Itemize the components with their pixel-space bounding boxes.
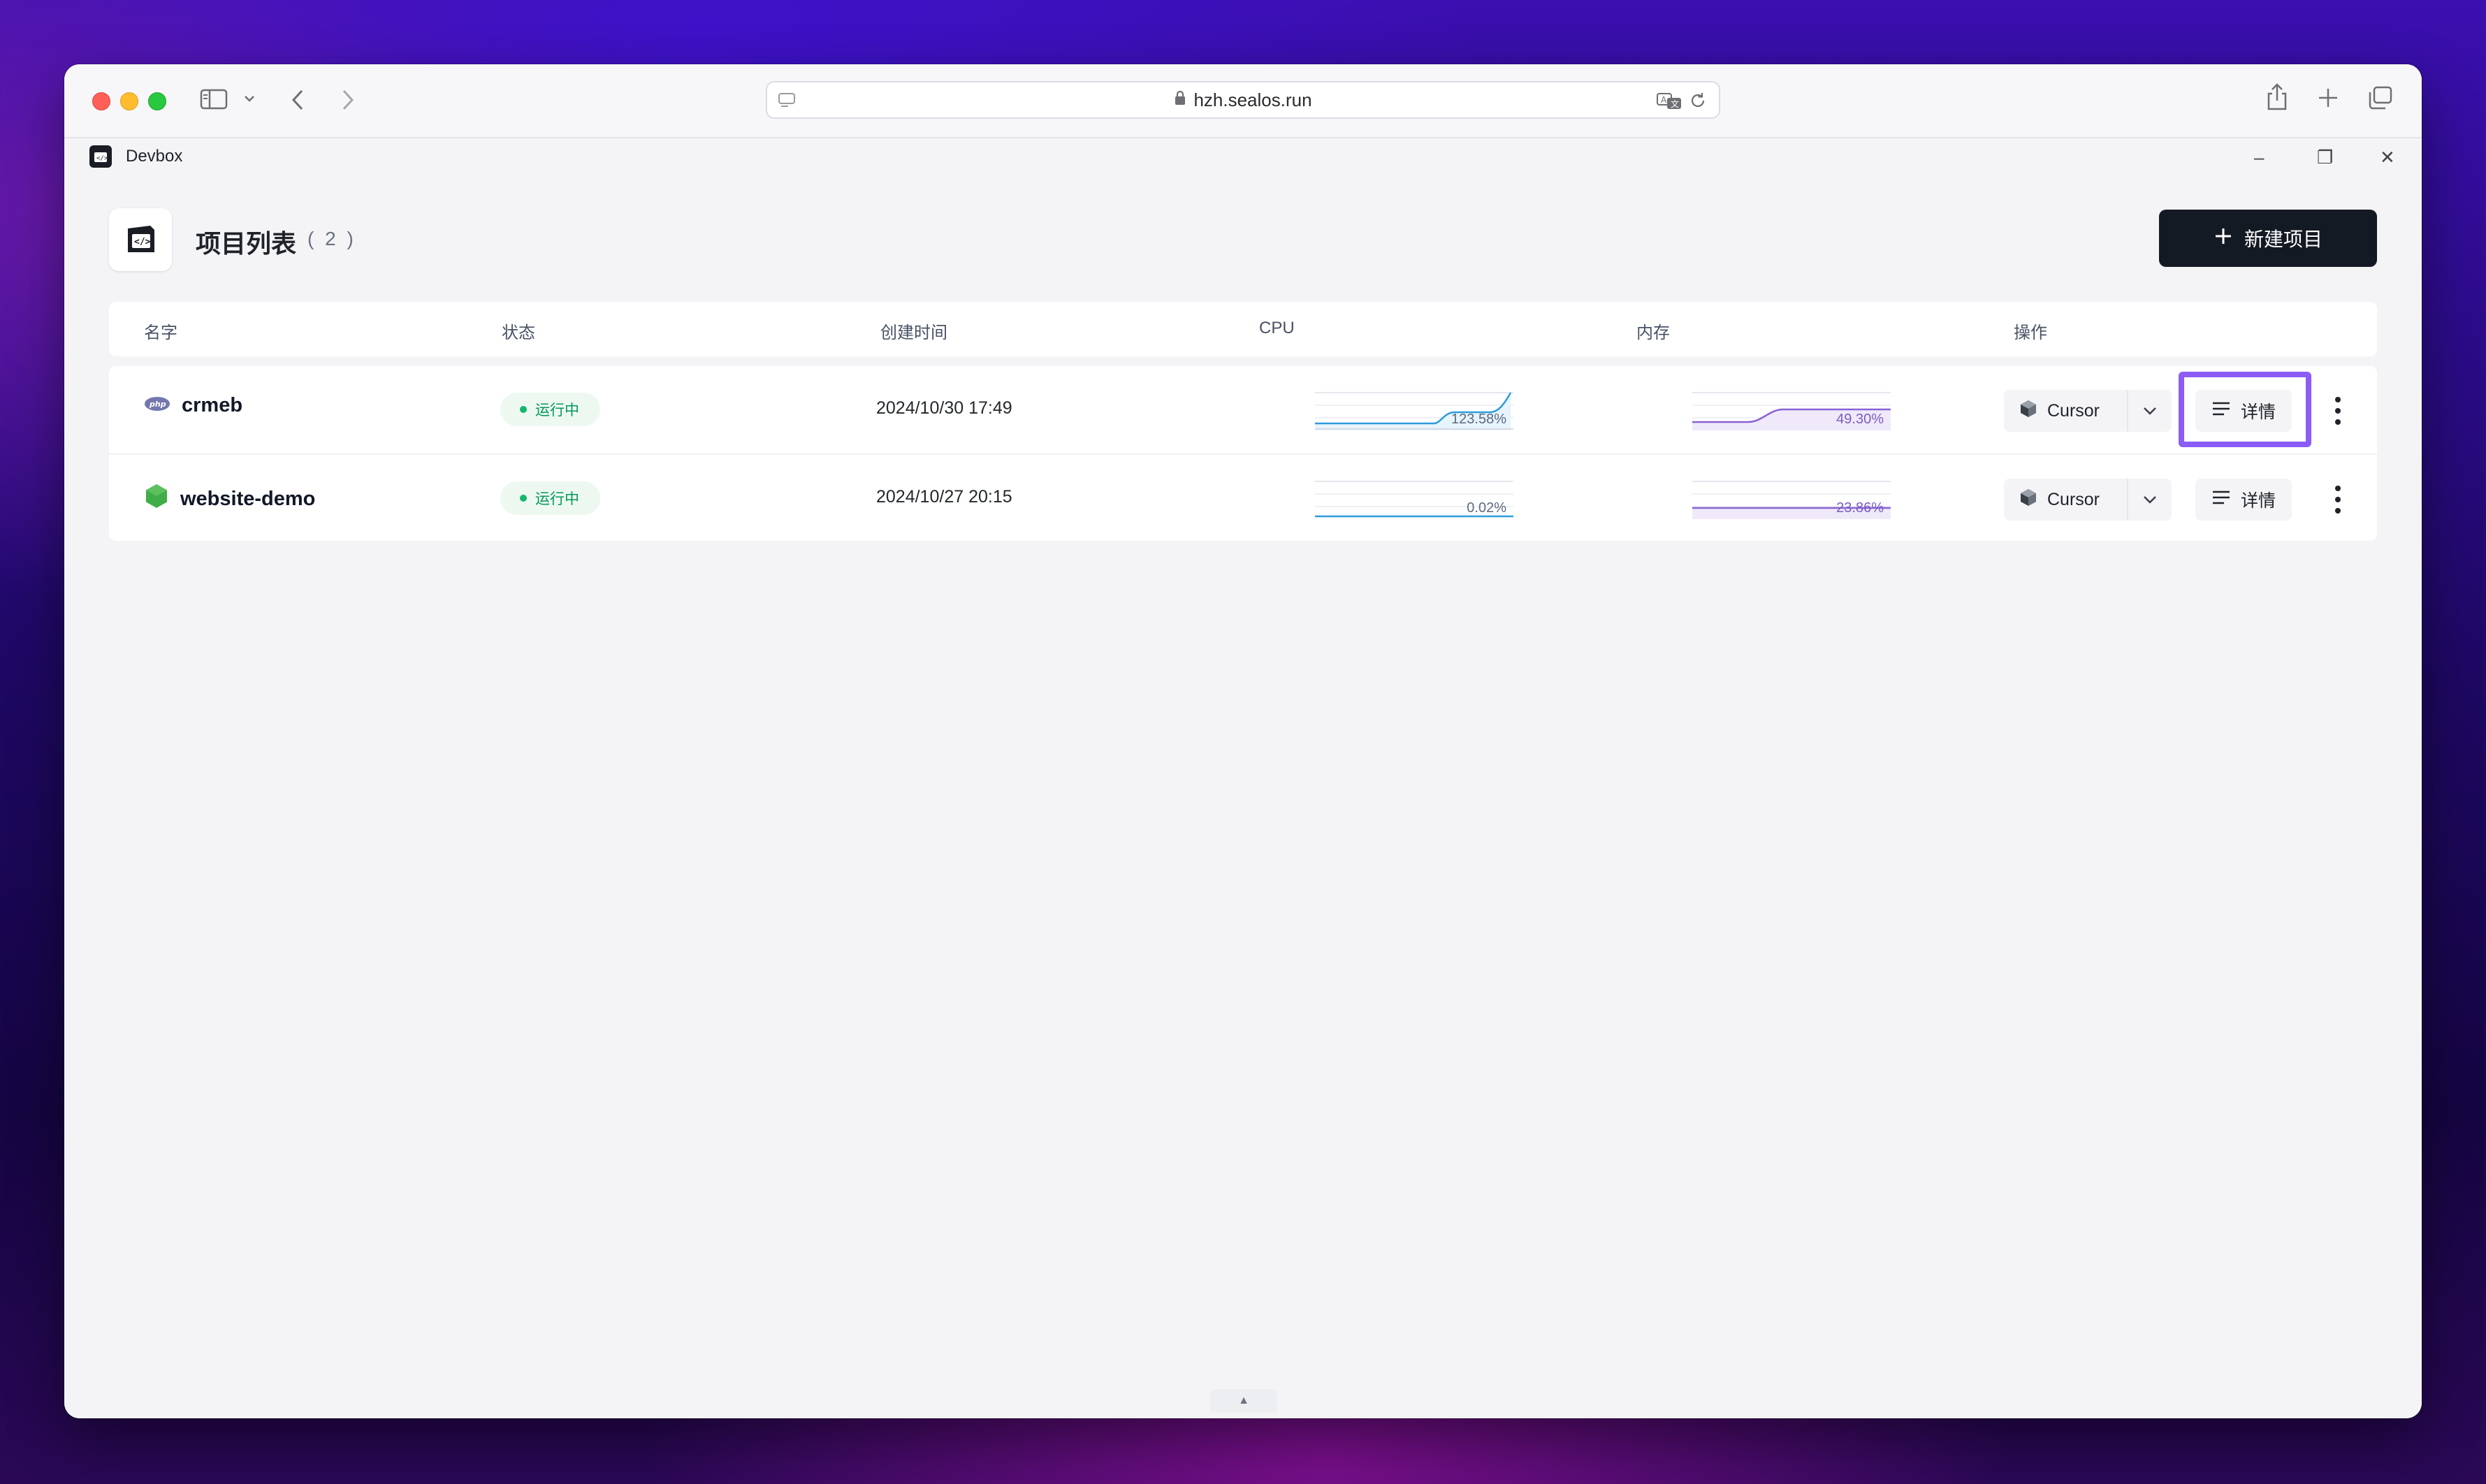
open-in-ide-split-button[interactable]: Cursor [2004,390,2172,432]
open-in-cursor-button[interactable]: Cursor [2004,399,2127,423]
svg-text:A: A [1661,95,1667,105]
detail-button[interactable]: 详情 [2195,390,2292,432]
project-count: ( 2 ) [307,228,356,249]
tab-overview-icon[interactable] [2367,85,2394,110]
close-window-button[interactable] [92,92,110,110]
status-text: 运行中 [535,402,579,419]
detail-label: 详情 [2240,491,2276,511]
created-time: 2024/10/30 17:49 [876,398,1012,418]
status-badge: 运行中 [500,393,600,426]
svg-text:</>: </> [134,237,151,247]
url-text: hzh.sealos.run [1193,89,1312,110]
created-time: 2024/10/27 20:15 [876,487,1012,507]
address-bar[interactable]: hzh.sealos.run A文 [766,81,1720,119]
new-project-button[interactable]: 新建项目 [2159,210,2377,267]
expand-panel-handle[interactable]: ▲ [1210,1389,1277,1413]
list-lines-icon [2211,490,2231,510]
minimize-window-button[interactable] [120,92,138,110]
project-table: php crmeb 运行中 2024/10/30 17:49 123.58% 4… [109,366,2377,541]
app-titlebar: </> Devbox – ❐ ✕ [64,138,2422,173]
project-name[interactable]: crmeb [182,394,242,417]
ide-label: Cursor [2047,489,2100,509]
open-in-cursor-button[interactable]: Cursor [2004,488,2127,512]
svg-text:php: php [149,400,166,409]
header-memory: 内存 [1636,323,1670,342]
nodejs-hexagon-icon [144,483,169,515]
memory-value: 49.30% [1836,412,1884,427]
status-text: 运行中 [535,491,579,507]
new-tab-icon[interactable] [2317,87,2339,109]
plus-icon [2214,226,2233,251]
list-lines-icon [2211,401,2231,421]
more-options-icon[interactable] [2331,483,2345,516]
open-in-ide-split-button[interactable]: Cursor [2004,479,2172,521]
zoom-window-button[interactable] [148,92,166,110]
cpu-value: 0.02% [1467,500,1506,516]
main-content: </> 项目列表 ( 2 ) 新建项目 名字 状态 创建时间 CPU 内存 操作 [64,173,2422,1418]
cpu-sparkline: 0.02% [1315,481,1513,518]
table-row[interactable]: php crmeb 运行中 2024/10/30 17:49 123.58% 4… [109,366,2377,453]
cpu-sparkline: 123.58% [1315,392,1513,430]
new-project-label: 新建项目 [2244,228,2323,250]
ide-dropdown-chevron-icon[interactable] [2128,495,2172,504]
detail-label: 详情 [2240,402,2276,422]
cursor-cube-icon [2019,488,2037,512]
memory-value: 23.86% [1836,500,1884,516]
lock-icon [1174,89,1186,111]
header-name: 名字 [144,323,177,342]
project-name-cell[interactable]: php crmeb [144,394,242,417]
app-title: Devbox [126,147,183,166]
cpu-value: 123.58% [1451,412,1506,427]
table-header: 名字 状态 创建时间 CPU 内存 操作 [109,302,2377,356]
translate-icon[interactable]: A文 [1656,91,1682,110]
share-icon[interactable] [2265,82,2289,112]
back-arrow-icon[interactable] [289,88,306,112]
memory-sparkline: 23.86% [1692,481,1891,519]
project-name-cell[interactable]: website-demo [144,483,315,515]
cursor-cube-icon [2019,399,2037,423]
close-app-button[interactable]: ✕ [2380,147,2395,168]
page-title: 项目列表 [196,229,297,258]
memory-sparkline: 49.30% [1692,392,1891,430]
svg-text:文: 文 [1671,99,1679,109]
header-cpu: CPU [1259,319,1295,337]
ide-label: Cursor [2047,400,2100,421]
restore-app-button[interactable]: ❐ [2317,147,2333,168]
devbox-logo: </> [109,208,172,271]
svg-text:</>: </> [96,155,108,162]
header-status: 状态 [502,323,535,342]
ide-dropdown-chevron-icon[interactable] [2128,406,2172,416]
header-created: 创建时间 [880,323,947,342]
php-icon: php [144,394,170,417]
browser-toolbar: hzh.sealos.run A文 [64,64,2422,138]
reload-icon[interactable] [1688,91,1708,110]
status-badge: 运行中 [500,481,600,515]
forward-arrow-icon[interactable] [340,88,356,112]
project-name[interactable]: website-demo [180,488,315,511]
status-dot [520,406,527,413]
header-actions: 操作 [2014,323,2047,342]
minimize-app-button[interactable]: – [2254,147,2264,168]
sidebar-toggle-icon[interactable] [200,88,228,110]
browser-window: hzh.sealos.run A文 </> Devbox – ❐ ✕ </> 项… [64,64,2422,1418]
devbox-logo-icon: </> [89,145,112,168]
chevron-down-icon[interactable] [243,94,256,103]
caret-up-icon: ▲ [1238,1395,1249,1406]
detail-button[interactable]: 详情 [2195,479,2292,521]
more-options-icon[interactable] [2331,394,2345,428]
status-dot [520,495,527,502]
table-row[interactable]: website-demo 运行中 2024/10/27 20:15 0.02% [109,453,2377,542]
